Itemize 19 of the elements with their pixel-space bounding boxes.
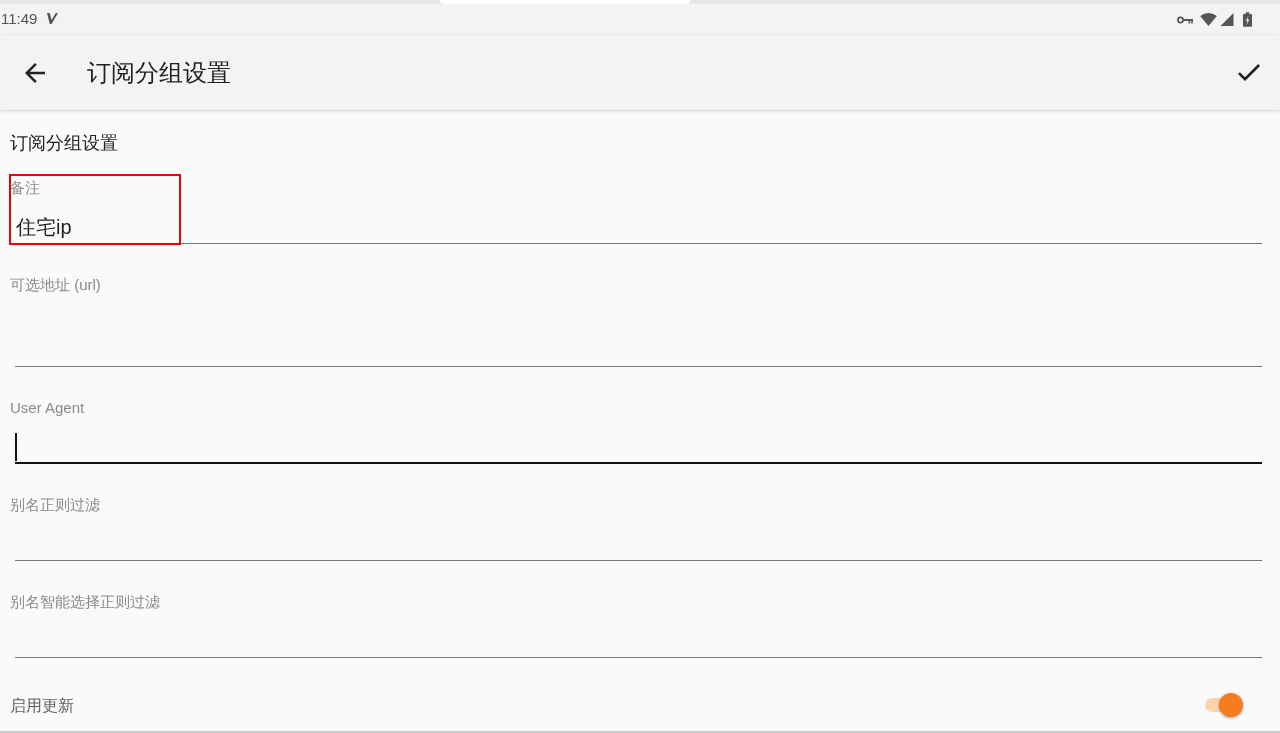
- wifi-icon: [1200, 13, 1217, 26]
- signal-icon: [1220, 13, 1234, 26]
- status-time: 11:49: [1, 9, 38, 28]
- field-label: 别名正则过滤: [10, 495, 100, 515]
- field-label: User Agent: [10, 398, 85, 418]
- check-icon: [1238, 64, 1260, 81]
- section-heading: 订阅分组设置: [10, 132, 118, 155]
- key-icon: [1177, 15, 1193, 24]
- screen-title: 订阅分组设置: [87, 57, 231, 88]
- battery-charging-icon: [1243, 12, 1252, 27]
- toggle-label: 启用更新: [10, 696, 74, 716]
- input-field[interactable]: 住宅ip: [15, 198, 1262, 244]
- text-cursor: [15, 433, 17, 461]
- back-arrow-icon: [25, 62, 45, 83]
- toggle-switch[interactable]: [1203, 693, 1243, 717]
- field-label: 别名智能选择正则过滤: [10, 592, 160, 612]
- field-label: 备注: [10, 178, 40, 198]
- v-shape-icon: [47, 12, 59, 24]
- field-label: 可选地址 (url): [10, 275, 101, 295]
